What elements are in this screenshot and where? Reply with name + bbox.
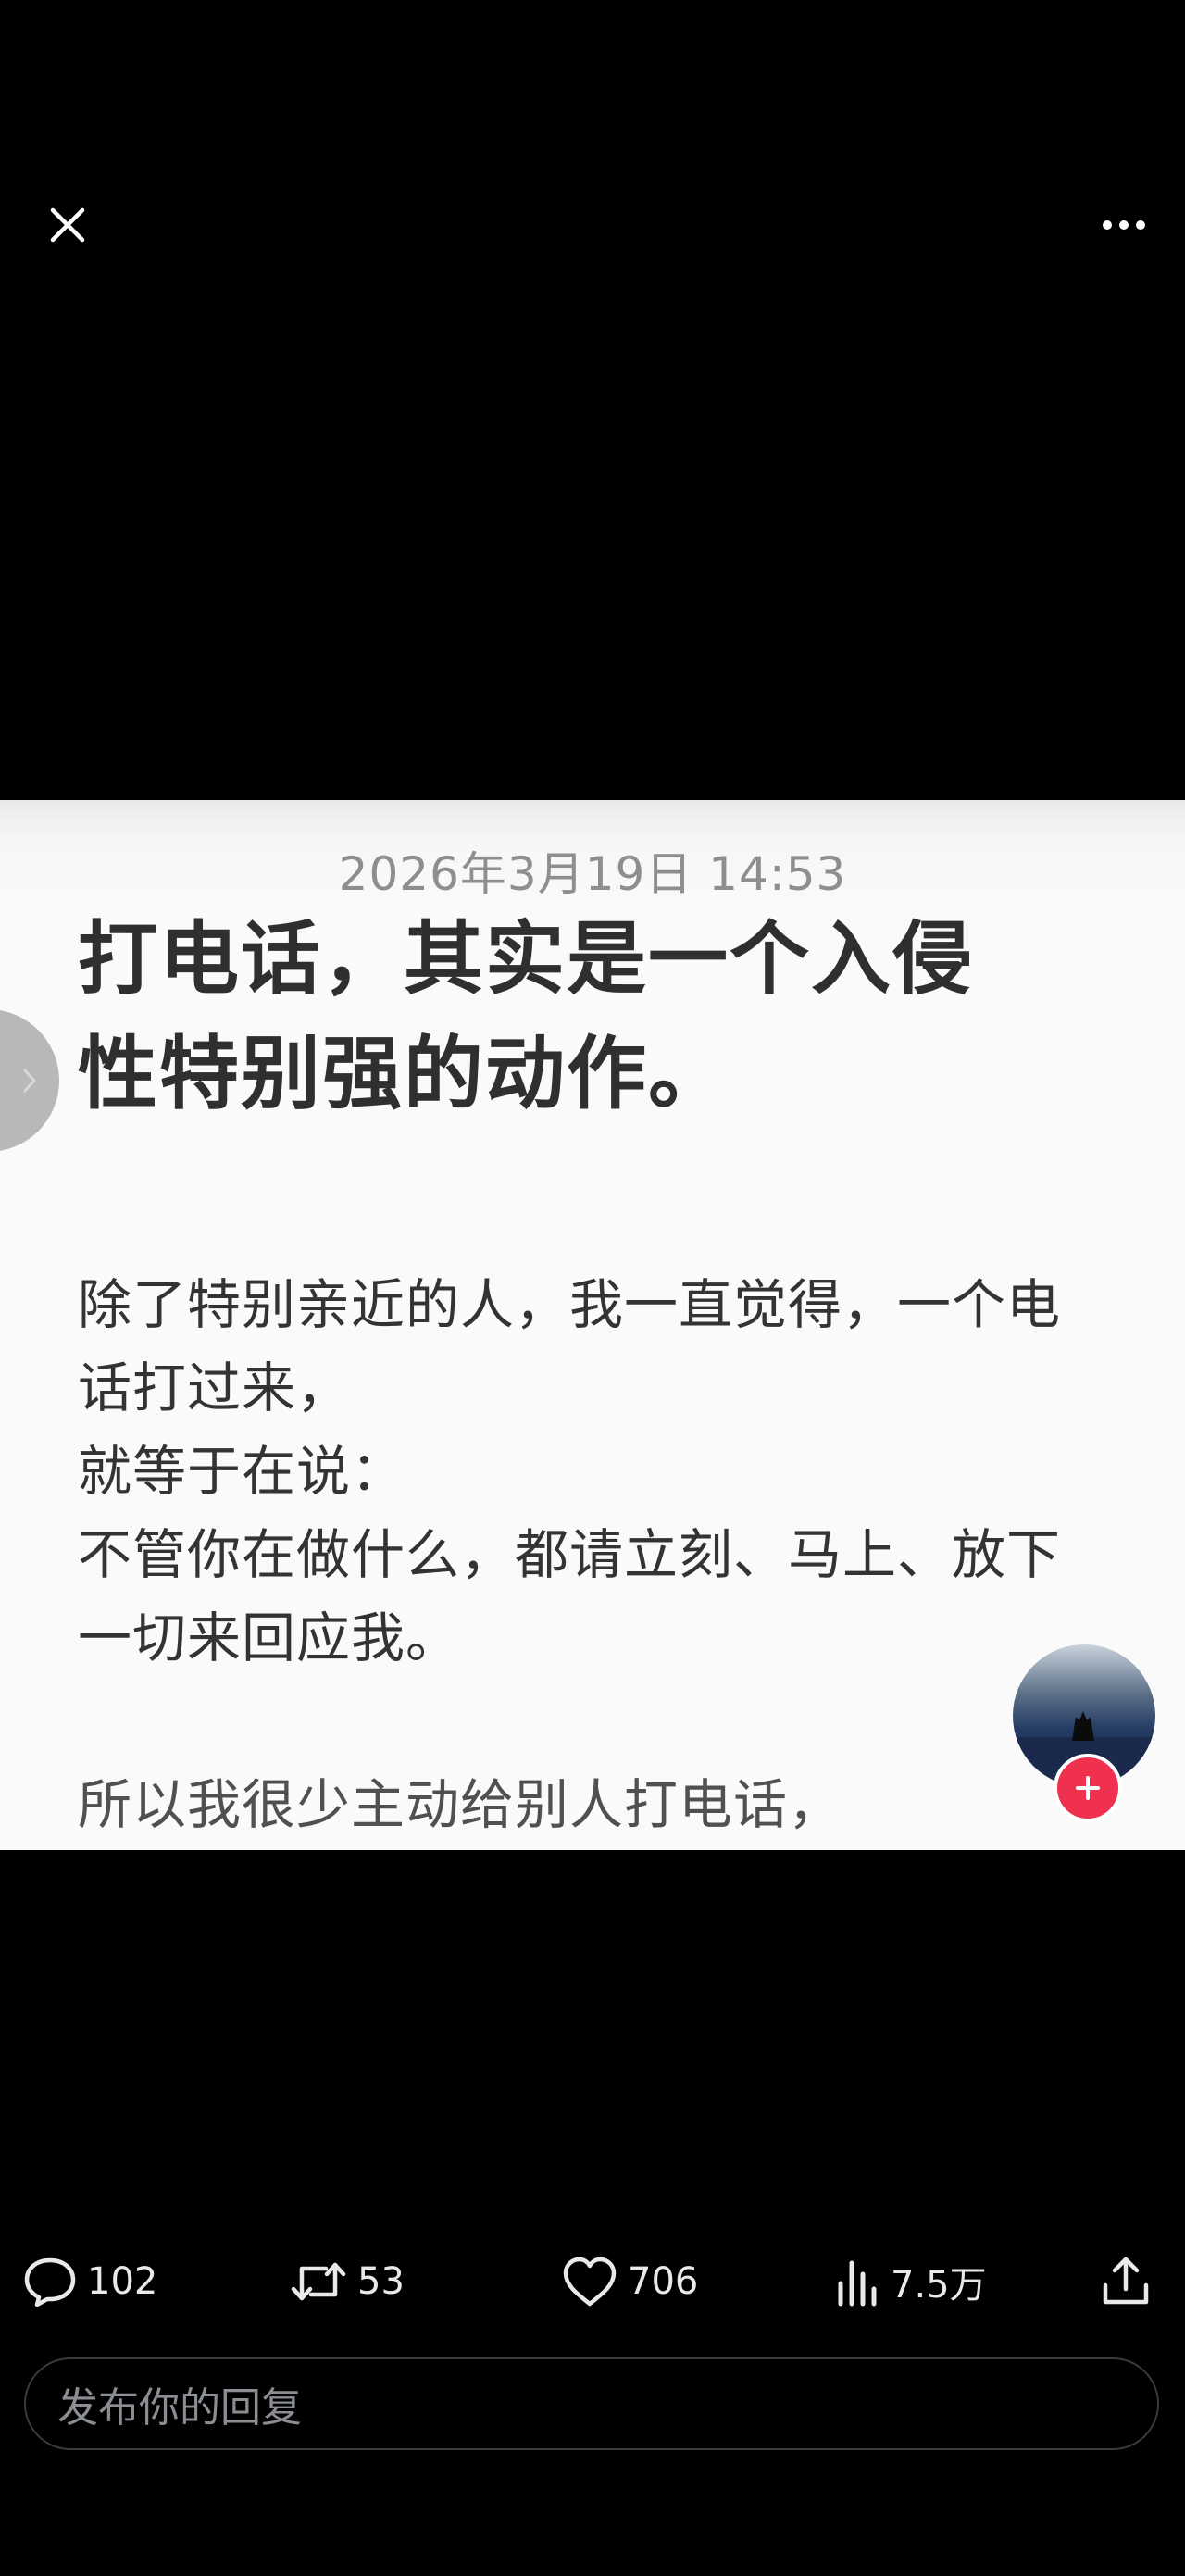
note-body-line: 所以我很少主动给别人打电话， <box>78 1773 843 1836</box>
more-options-button[interactable] <box>1091 194 1157 256</box>
plus-icon <box>1076 1776 1100 1800</box>
reply-placeholder: 发布你的回复 <box>57 2384 302 2432</box>
repost-icon <box>291 2262 346 2301</box>
chevron-right-icon <box>23 1069 37 1093</box>
reply-count: 102 <box>87 2260 158 2303</box>
note-date: 2026年3月19日 14:53 <box>338 847 847 901</box>
note-title-line: 打电话，其实是一个入侵 <box>78 913 974 1006</box>
reply-icon <box>24 2257 76 2307</box>
like-button[interactable]: 706 <box>561 2245 698 2319</box>
reply-button[interactable]: 102 <box>22 2245 157 2319</box>
note-body-line: 除了特别亲近的人，我一直觉得，一个电 <box>78 1273 1062 1336</box>
media-viewer: 2026年3月19日 14:53 打电话，其实是一个入侵 性特别强的动作。 除了… <box>0 0 1185 2576</box>
views-button[interactable]: 7.5万 <box>835 2245 987 2319</box>
repost-button[interactable]: 53 <box>289 2245 405 2319</box>
more-icon <box>1103 220 1145 230</box>
like-icon <box>563 2257 617 2307</box>
close-icon <box>50 207 85 243</box>
repost-count: 53 <box>357 2260 405 2303</box>
note-body-line: 话打过来， <box>78 1357 352 1419</box>
note-body-line: 不管你在做什么，都请立刻、马上、放下 <box>78 1523 1062 1586</box>
follow-button[interactable] <box>1054 1754 1122 1822</box>
note-title-line: 性特别强的动作。 <box>78 1028 730 1120</box>
like-count: 706 <box>628 2260 699 2303</box>
post-image[interactable]: 2026年3月19日 14:53 打电话，其实是一个入侵 性特别强的动作。 除了… <box>0 800 1185 1850</box>
note-title: 打电话，其实是一个入侵 性特别强的动作。 <box>78 902 1133 1132</box>
close-button[interactable] <box>37 194 98 256</box>
view-count: 7.5万 <box>891 2264 987 2307</box>
share-icon <box>1103 2257 1149 2305</box>
views-icon <box>838 2260 877 2307</box>
reply-input[interactable]: 发布你的回复 <box>24 2357 1159 2450</box>
side-expand-tab <box>0 1009 59 1152</box>
note-body-line: 一切来回应我。 <box>78 1607 461 1669</box>
action-bar: 102 53 706 7.5万 <box>0 2245 1185 2319</box>
note-body-line: 就等于在说： <box>78 1440 406 1503</box>
note-body: 除了特别亲近的人，我一直觉得，一个电 话打过来， 就等于在说： 不管你在做什么，… <box>78 1263 1115 1846</box>
share-button[interactable] <box>1098 2245 1163 2319</box>
